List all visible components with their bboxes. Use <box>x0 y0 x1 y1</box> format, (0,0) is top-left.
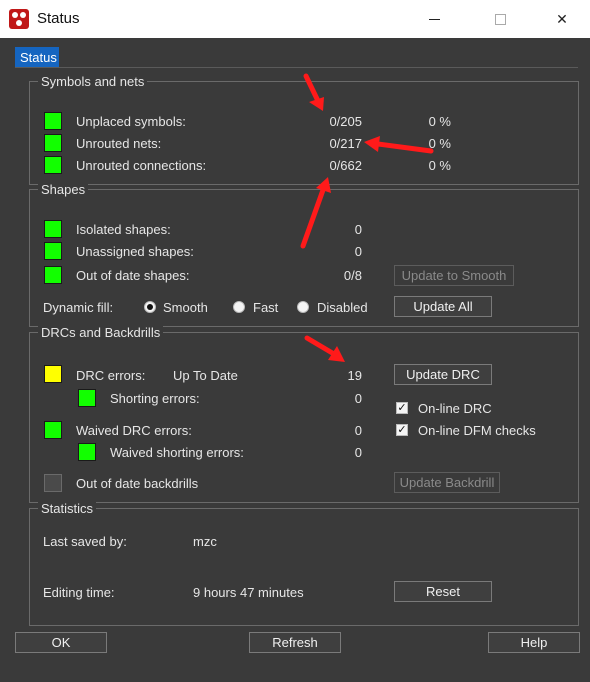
update-to-smooth-button[interactable]: Update to Smooth <box>394 265 514 286</box>
value-out-of-date-shapes: 0/8 <box>343 268 362 283</box>
update-backdrill-button[interactable]: Update Backdrill <box>394 472 500 493</box>
status-window: Status ✕ Status Symbols and nets Unplace… <box>0 0 590 682</box>
ok-button[interactable]: OK <box>15 632 107 653</box>
value-last-saved-by: mzc <box>193 534 217 549</box>
close-button[interactable]: ✕ <box>540 0 584 38</box>
reset-button[interactable]: Reset <box>394 581 492 602</box>
label-online-drc: On-line DRC <box>418 401 492 416</box>
tab-divider <box>15 67 578 68</box>
status-square-isolated-shapes <box>44 220 62 238</box>
minimize-button[interactable] <box>412 0 456 38</box>
group-title-symbols-and-nets: Symbols and nets <box>38 75 148 89</box>
window-title: Status <box>37 10 80 27</box>
status-square-waived-shorting-errors <box>78 443 96 461</box>
label-isolated-shapes: Isolated shapes: <box>76 222 171 237</box>
label-fill-smooth: Smooth <box>163 300 208 315</box>
value-unassigned-shapes: 0 <box>354 244 362 259</box>
label-out-of-date-backdrills: Out of date backdrills <box>76 476 199 491</box>
label-online-dfm: On-line DFM checks <box>418 423 536 438</box>
group-title-drcs: DRCs and Backdrills <box>38 326 164 340</box>
value-shorting-errors: 0 <box>354 391 362 406</box>
label-last-saved-by: Last saved by: <box>43 534 127 549</box>
value-unplaced-symbols: 0/205 <box>329 114 362 129</box>
status-square-waived-drc-errors <box>44 421 62 439</box>
label-fill-disabled: Disabled <box>317 300 368 315</box>
percent-unplaced-symbols: 0 % <box>428 114 451 129</box>
help-button[interactable]: Help <box>488 632 580 653</box>
check-icon: ✓ <box>397 402 407 414</box>
maximize-icon <box>494 13 506 25</box>
value-editing-time: 9 hours 47 minutes <box>193 585 304 600</box>
label-shorting-errors: Shorting errors: <box>110 391 200 406</box>
update-all-button[interactable]: Update All <box>394 296 492 317</box>
group-statistics: Statistics <box>29 502 579 626</box>
value-waived-shorting-errors: 0 <box>354 445 362 460</box>
minimize-icon <box>428 18 440 20</box>
label-unplaced-symbols: Unplaced symbols: <box>76 114 186 129</box>
drc-status-text: Up To Date <box>173 368 238 383</box>
value-unrouted-nets: 0/217 <box>329 136 362 151</box>
maximize-button[interactable] <box>478 0 522 38</box>
value-isolated-shapes: 0 <box>354 222 362 237</box>
checkbox-online-drc[interactable]: ✓ <box>396 402 408 414</box>
percent-unrouted-nets: 0 % <box>428 136 451 151</box>
status-square-drc-errors <box>44 365 62 383</box>
group-title-statistics: Statistics <box>38 502 97 516</box>
label-waived-drc-errors: Waived DRC errors: <box>76 423 192 438</box>
label-editing-time: Editing time: <box>43 585 115 600</box>
status-square-unrouted-nets <box>44 134 62 152</box>
label-drc-errors: DRC errors: <box>76 368 146 383</box>
radio-fill-disabled[interactable] <box>297 301 309 313</box>
status-square-unassigned-shapes <box>44 242 62 260</box>
app-icon <box>9 9 29 29</box>
refresh-button[interactable]: Refresh <box>249 632 341 653</box>
label-unrouted-connections: Unrouted connections: <box>76 158 207 173</box>
tab-status[interactable]: Status <box>15 47 59 67</box>
label-dynamic-fill: Dynamic fill: <box>43 300 114 315</box>
status-square-unplaced-symbols <box>44 112 62 130</box>
label-unrouted-nets: Unrouted nets: <box>76 136 162 151</box>
status-square-unrouted-connections <box>44 156 62 174</box>
status-square-shorting-errors <box>78 389 96 407</box>
status-square-out-of-date-shapes <box>44 266 62 284</box>
value-unrouted-connections: 0/662 <box>329 158 362 173</box>
value-waived-drc-errors: 0 <box>354 423 362 438</box>
label-fill-fast: Fast <box>253 300 279 315</box>
update-drc-button[interactable]: Update DRC <box>394 364 492 385</box>
value-drc-errors: 19 <box>347 368 362 383</box>
status-square-out-of-date-backdrills <box>44 474 62 492</box>
radio-fill-fast[interactable] <box>233 301 245 313</box>
check-icon: ✓ <box>397 424 407 436</box>
percent-unrouted-connections: 0 % <box>428 158 451 173</box>
label-unassigned-shapes: Unassigned shapes: <box>76 244 194 259</box>
title-bar: Status ✕ <box>0 0 590 38</box>
label-waived-shorting-errors: Waived shorting errors: <box>110 445 244 460</box>
radio-fill-smooth[interactable] <box>144 301 156 313</box>
close-icon: ✕ <box>556 10 568 27</box>
checkbox-online-dfm[interactable]: ✓ <box>396 424 408 436</box>
group-title-shapes: Shapes <box>38 183 89 197</box>
label-out-of-date-shapes: Out of date shapes: <box>76 268 190 283</box>
